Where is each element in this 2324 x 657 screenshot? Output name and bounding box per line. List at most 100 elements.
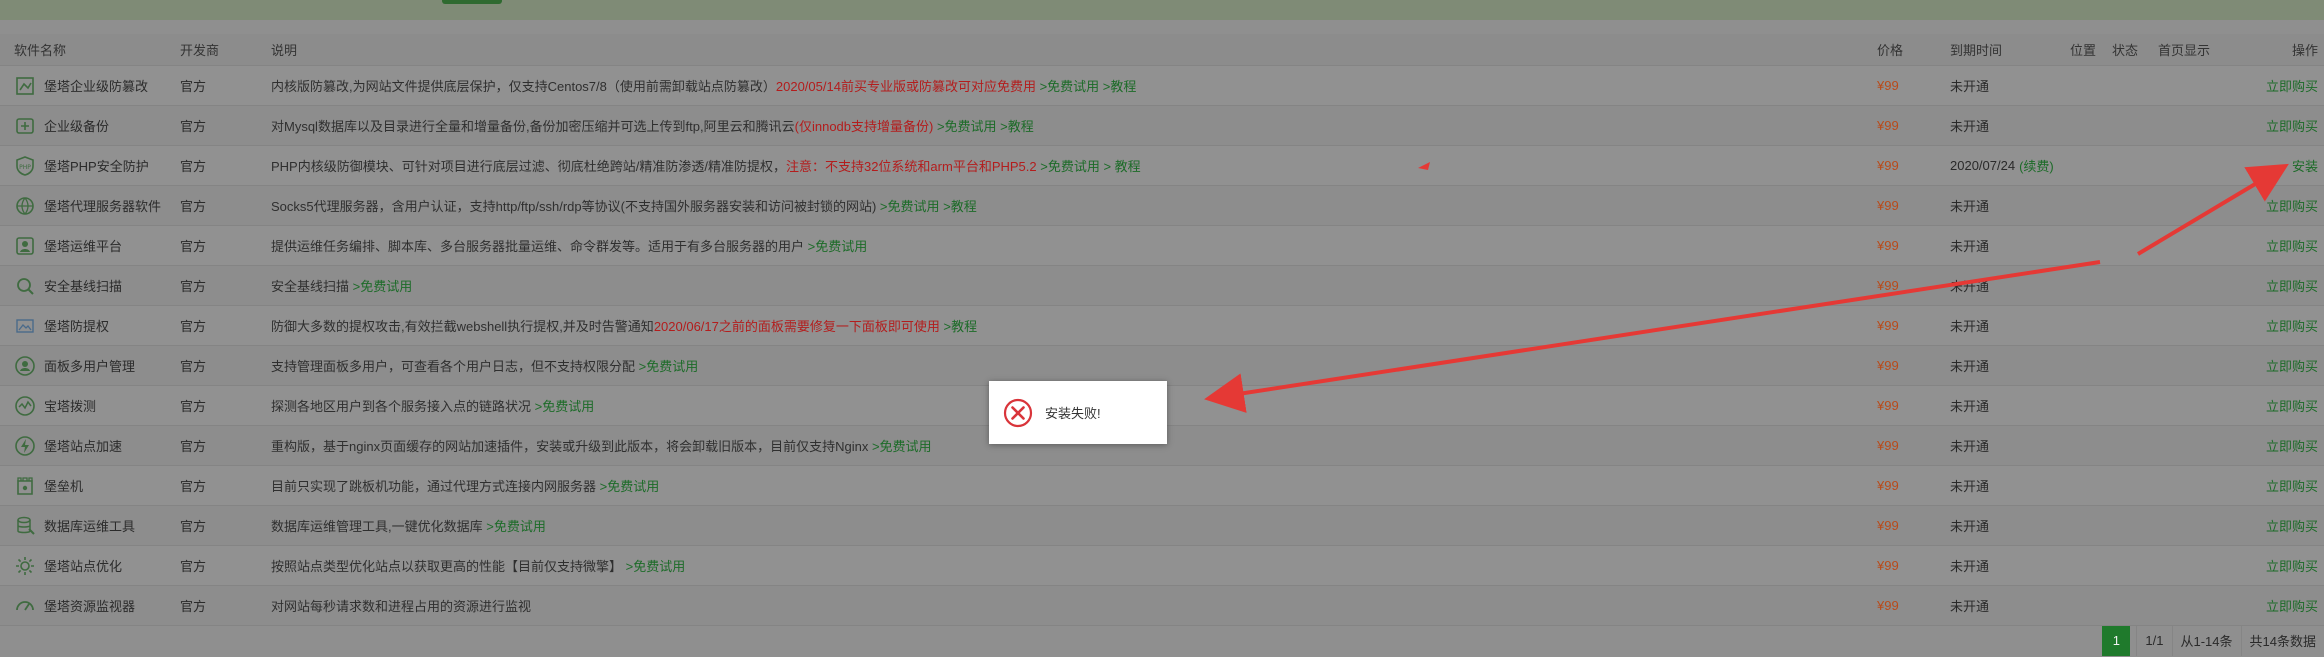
description-text: 数据库运维管理工具,一键优化数据库 [271, 519, 483, 534]
software-name[interactable]: 数据库运维工具 [44, 516, 135, 535]
software-name[interactable]: 堡塔站点优化 [44, 556, 122, 575]
description-text: 提供运维任务编排、脚本库、多台服务器批量运维、命令群发等。适用于有多台服务器的用… [271, 239, 805, 254]
buy-now-button[interactable]: 立即购买 [2266, 76, 2318, 95]
software-name[interactable]: 企业级备份 [44, 116, 109, 135]
description-text: 目前只实现了跳板机功能，通过代理方式连接内网服务器 [271, 479, 597, 494]
cell-description: 支持管理面板多用户，可查看各个用户日志，但不支持权限分配 >免费试用 [271, 346, 1871, 385]
cell-price: ¥99 [1877, 598, 1899, 613]
cell-operation: 立即购买 [2238, 586, 2318, 625]
trial-tutorial-link[interactable]: >免费试用 [349, 276, 413, 295]
software-name[interactable]: 宝塔拨测 [44, 396, 96, 415]
trial-tutorial-link[interactable]: >免费试用 [868, 436, 932, 455]
trial-tutorial-link[interactable]: >免费试用 [622, 556, 686, 575]
expire-value: 2020/07/24 [1950, 158, 2016, 173]
buy-now-button[interactable]: 立即购买 [2266, 396, 2318, 415]
site-optimize-icon [14, 555, 36, 577]
cell-developer: 官方 [180, 159, 207, 174]
cell-operation: 立即购买 [2238, 426, 2318, 465]
trial-tutorial-link[interactable]: >教程 [940, 316, 978, 335]
expire-value: 未开通 [1950, 599, 1990, 614]
software-name[interactable]: 安全基线扫描 [44, 276, 122, 295]
header-name[interactable]: 软件名称 [14, 34, 164, 65]
cell-price: ¥99 [1877, 238, 1899, 253]
buy-now-button[interactable]: 立即购买 [2266, 436, 2318, 455]
install-button[interactable]: 安装 [2292, 156, 2318, 175]
software-name[interactable]: 堡塔站点加速 [44, 436, 122, 455]
cell-operation: 立即购买 [2238, 466, 2318, 505]
cell-description: 防御大多数的提权攻击,有效拦截webshell执行提权,并及时告警通知 2020/… [271, 306, 1871, 345]
expire-value: 未开通 [1950, 279, 1990, 294]
cell-expire: 未开通 [1950, 266, 2070, 305]
cell-expire: 未开通 [1950, 466, 2070, 505]
top-banner-button[interactable] [442, 0, 502, 4]
cell-price: ¥99 [1877, 478, 1899, 493]
cell-developer: 官方 [180, 559, 207, 574]
cell-price: ¥99 [1877, 198, 1899, 213]
description-text: 安全基线扫描 [271, 279, 350, 294]
cell-developer: 官方 [180, 439, 207, 454]
software-name[interactable]: 堡塔资源监视器 [44, 596, 135, 615]
renew-link[interactable]: (续费) [2019, 156, 2054, 175]
page-range: 从1-14条 [2171, 625, 2241, 656]
cell-expire: 未开通 [1950, 346, 2070, 385]
cell-name: 安全基线扫描 [14, 266, 164, 305]
cell-description: 对网站每秒请求数和进程占用的资源进行监视 [271, 586, 1871, 625]
trial-tutorial-link[interactable]: >免费试用 [804, 236, 868, 255]
software-name[interactable]: 堡塔代理服务器软件 [44, 196, 161, 215]
notice-text: (仅innodb支持增量备份) [794, 119, 934, 134]
buy-now-button[interactable]: 立即购买 [2266, 196, 2318, 215]
header-operation: 操作 [2291, 43, 2318, 58]
trial-tutorial-link[interactable]: >免费试用 [635, 356, 699, 375]
description-text: 重构版，基于nginx页面缓存的网站加速插件，安装或升级到此版本，将会卸载旧版本… [271, 439, 869, 454]
header-position: 位置 [2070, 43, 2097, 58]
table-row: 堡塔站点优化 官方 按照站点类型优化站点以获取更高的性能【目前仅支持微擎】 >免费试… [0, 546, 2324, 586]
description-text: 防御大多数的提权攻击,有效拦截webshell执行提权,并及时告警通知 [271, 319, 654, 334]
trial-tutorial-link[interactable]: >免费试用 > 教程 [1037, 156, 1140, 175]
buy-now-button[interactable]: 立即购买 [2266, 356, 2318, 375]
buy-now-button[interactable]: 立即购买 [2266, 236, 2318, 255]
trial-tutorial-link[interactable]: >免费试用 >教程 [1036, 76, 1137, 95]
cell-price: ¥99 [1877, 158, 1899, 173]
expire-value: 未开通 [1950, 519, 1990, 534]
table-row: 堡塔代理服务器软件 官方 Socks5代理服务器，含用户认证，支持http/ftp/… [0, 186, 2324, 226]
buy-now-button[interactable]: 立即购买 [2266, 276, 2318, 295]
page-count: 1/1 [2136, 625, 2171, 656]
cell-name: 数据库运维工具 [14, 506, 164, 545]
software-name[interactable]: 堡垒机 [44, 476, 83, 495]
trial-tutorial-link[interactable]: >免费试用 [596, 476, 660, 495]
table-row: 企业级备份 官方 对Mysql数据库以及目录进行全量和增量备份,备份加密压缩并可选上… [0, 106, 2324, 146]
buy-now-button[interactable]: 立即购买 [2266, 596, 2318, 615]
software-name[interactable]: 堡塔PHP安全防护 [44, 156, 149, 175]
cell-price: ¥99 [1877, 518, 1899, 533]
description-text: Socks5代理服务器，含用户认证，支持http/ftp/ssh/rdp等协议(… [271, 199, 877, 214]
page-current[interactable]: 1 [2102, 625, 2131, 656]
expire-value: 未开通 [1950, 439, 1990, 454]
cell-expire: 未开通 [1950, 66, 2070, 105]
cell-name: PHP 堡塔PHP安全防护 [14, 146, 164, 185]
cell-developer: 官方 [180, 599, 207, 614]
table-row: 堡垒机 官方 目前只实现了跳板机功能，通过代理方式连接内网服务器 >免费试用 ¥99 未… [0, 466, 2324, 506]
trial-tutorial-link[interactable]: >免费试用 [531, 396, 595, 415]
trial-tutorial-link[interactable]: >免费试用 >教程 [933, 116, 1034, 135]
buy-now-button[interactable]: 立即购买 [2266, 556, 2318, 575]
trial-tutorial-link[interactable]: >免费试用 [483, 516, 546, 535]
cell-developer: 官方 [180, 119, 207, 134]
trial-tutorial-link[interactable]: >免费试用 >教程 [876, 196, 977, 215]
software-name[interactable]: 堡塔运维平台 [44, 236, 122, 255]
buy-now-button[interactable]: 立即购买 [2266, 476, 2318, 495]
cell-description: 安全基线扫描 >免费试用 [271, 266, 1871, 305]
cell-developer: 官方 [180, 239, 207, 254]
software-table: 软件名称 开发商 说明 价格 到期时间 位置 状态 首页显示 操作 堡塔企业级防… [0, 34, 2324, 626]
buy-now-button[interactable]: 立即购买 [2266, 116, 2318, 135]
header-expire[interactable]: 到期时间 [1950, 34, 2070, 65]
header-price[interactable]: 价格 [1877, 34, 1937, 65]
cell-description: 内核版防篡改,为网站文件提供底层保护，仅支持Centos7/8（使用前需卸载站点… [271, 66, 1871, 105]
cell-expire: 未开通 [1950, 426, 2070, 465]
software-name[interactable]: 面板多用户管理 [44, 356, 135, 375]
software-name[interactable]: 堡塔企业级防篡改 [44, 76, 148, 95]
table-row: 堡塔企业级防篡改 官方 内核版防篡改,为网站文件提供底层保护，仅支持Centos7/… [0, 66, 2324, 106]
buy-now-button[interactable]: 立即购买 [2266, 316, 2318, 335]
cell-price: ¥99 [1877, 118, 1899, 133]
buy-now-button[interactable]: 立即购买 [2266, 516, 2318, 535]
software-name[interactable]: 堡塔防提权 [44, 316, 109, 335]
